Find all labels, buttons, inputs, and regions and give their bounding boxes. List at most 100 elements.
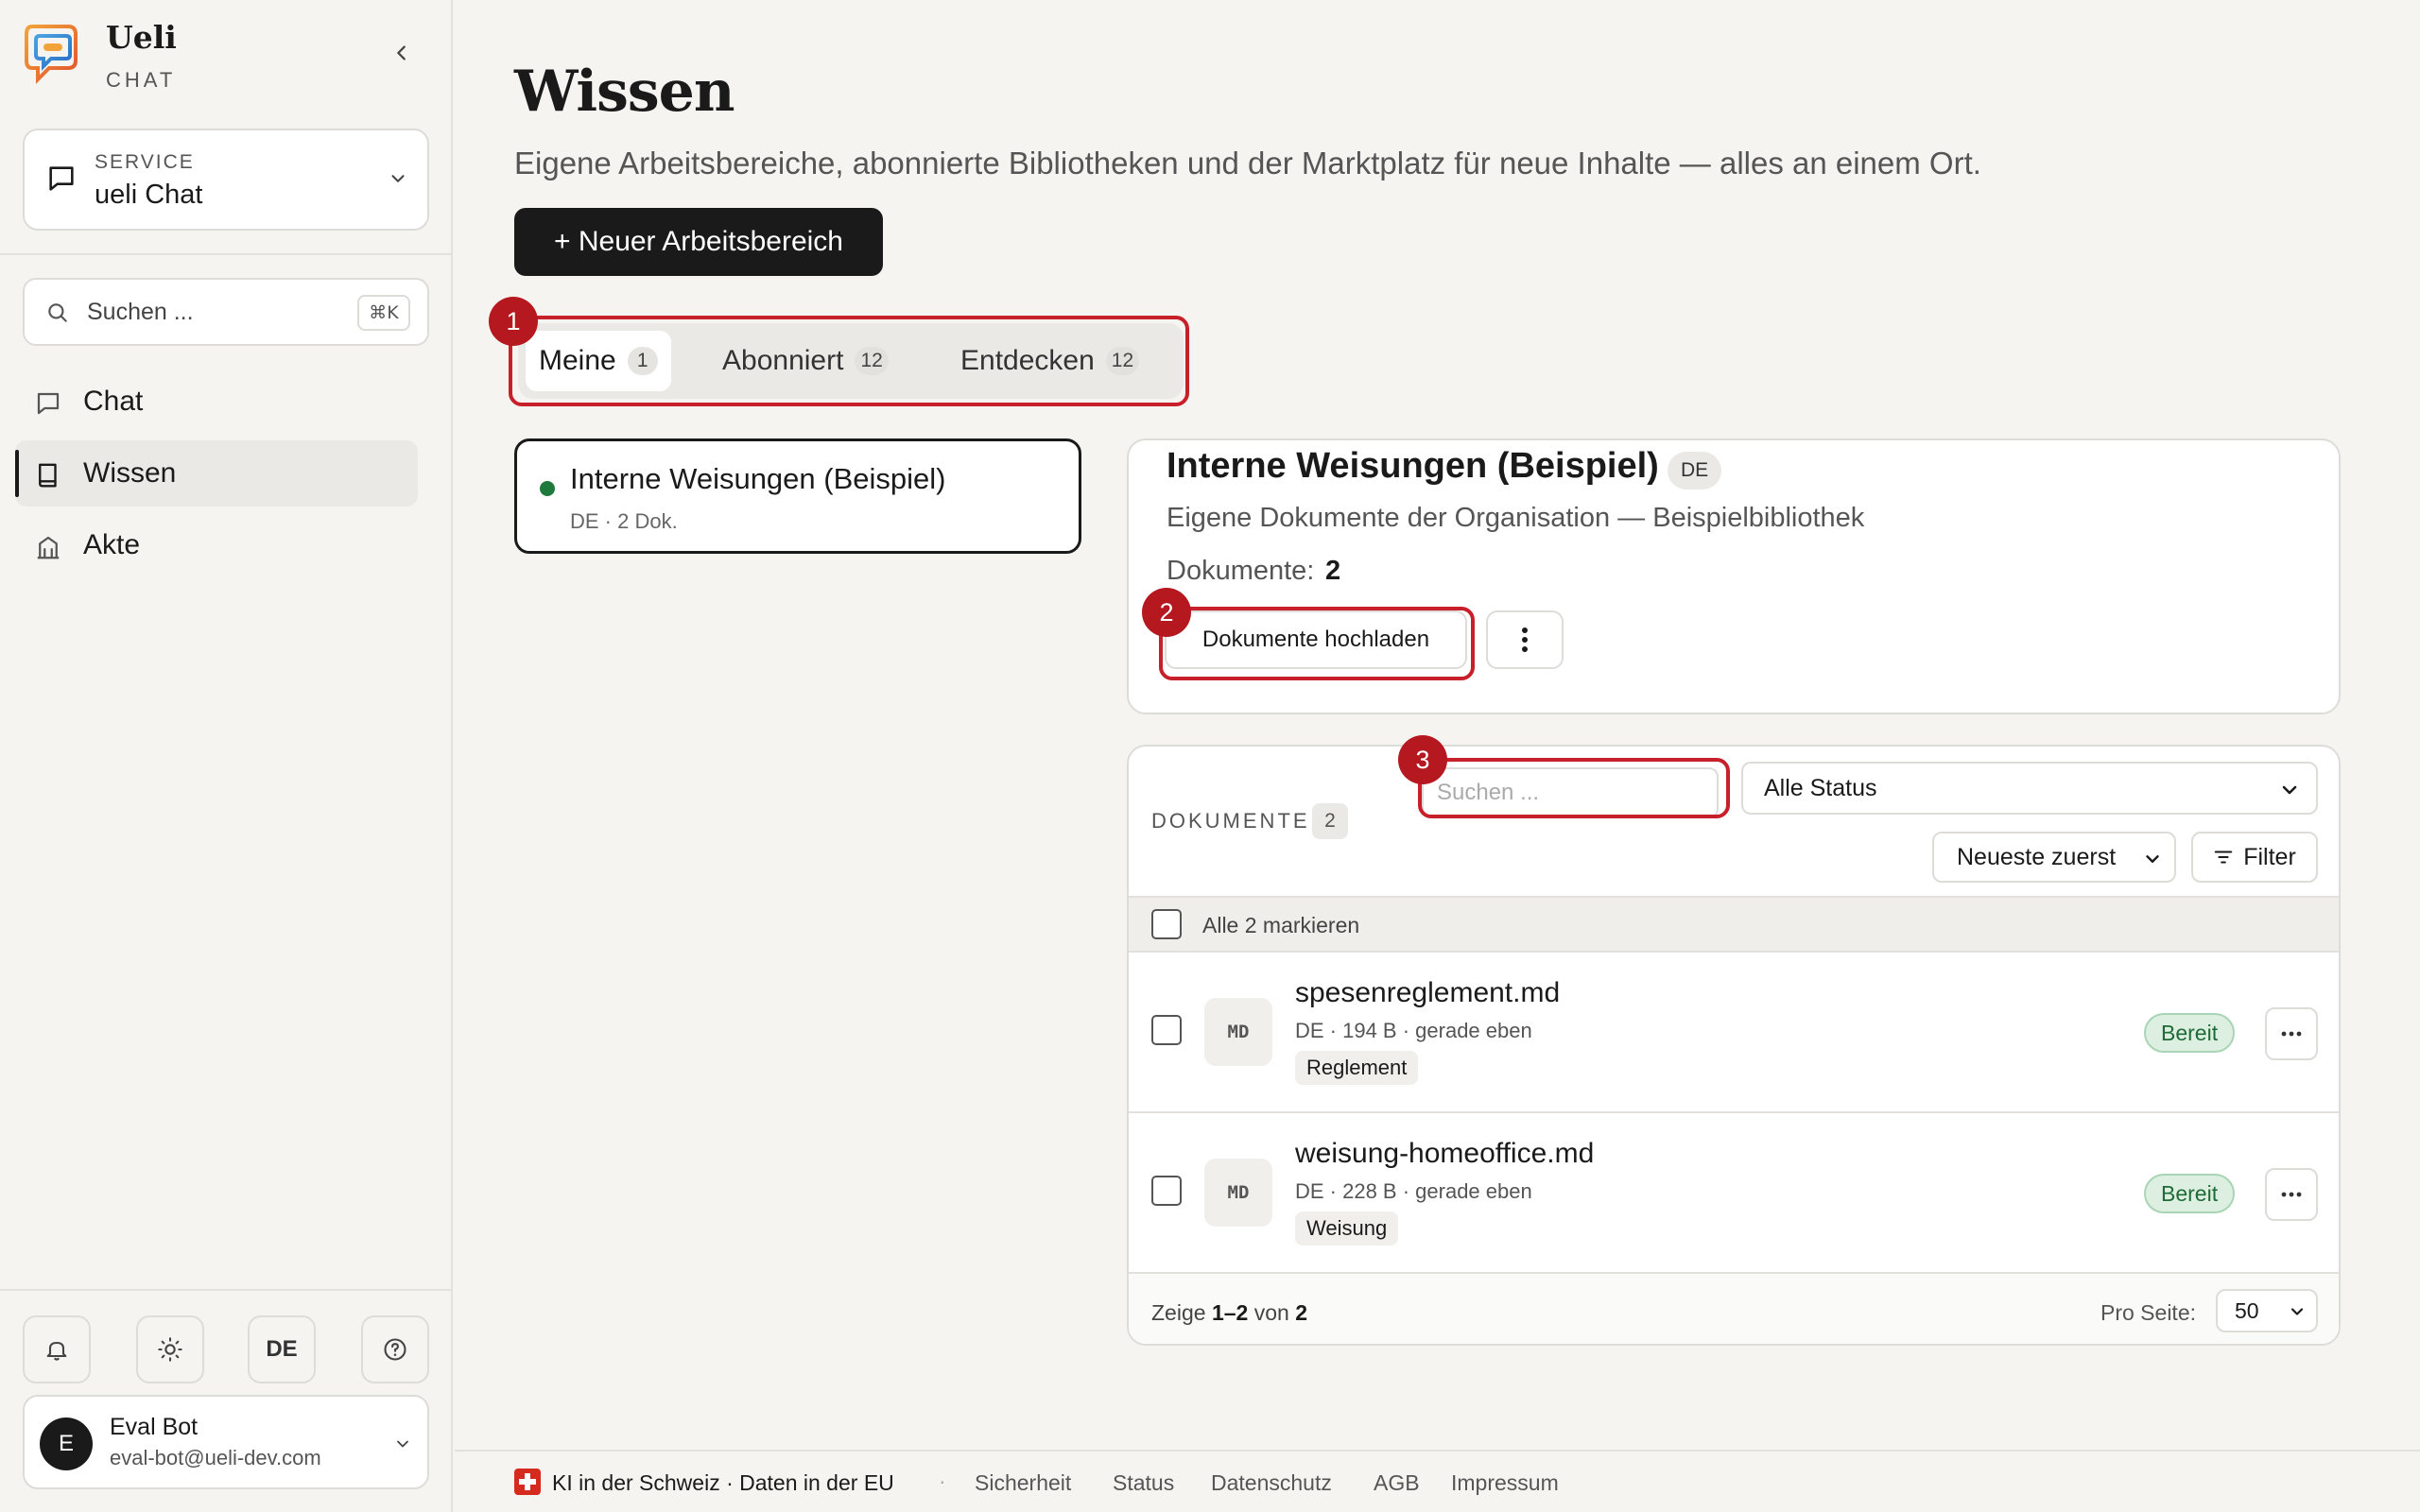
select-all-checkbox[interactable] xyxy=(1151,909,1182,939)
brand-subtitle: CHAT xyxy=(106,68,177,92)
building-icon xyxy=(37,536,60,559)
footer-separator: · xyxy=(939,1469,946,1493)
footer-link-agb[interactable]: AGB xyxy=(1374,1470,1420,1496)
divider xyxy=(0,253,453,255)
tab-abonniert[interactable]: Abonniert 12 xyxy=(709,331,902,391)
book-icon xyxy=(39,463,57,488)
sidebar-search[interactable]: Suchen ... ⌘K xyxy=(23,278,429,346)
file-name[interactable]: weisung-homeoffice.md xyxy=(1295,1138,1594,1170)
help-circle-icon xyxy=(384,1338,406,1361)
divider xyxy=(0,1289,453,1291)
row-more-button[interactable] xyxy=(2265,1007,2318,1060)
theme-toggle-button[interactable] xyxy=(136,1315,204,1383)
notifications-button[interactable] xyxy=(23,1315,91,1383)
per-page-label: Pro Seite: xyxy=(2100,1300,2196,1325)
footer-link-datenschutz[interactable]: Datenschutz xyxy=(1211,1470,1332,1496)
language-button[interactable]: DE xyxy=(248,1315,316,1383)
chat-bubble-icon xyxy=(37,392,60,415)
user-name: Eval Bot xyxy=(110,1414,199,1440)
chevron-down-icon xyxy=(397,1440,408,1448)
status-filter-select[interactable]: Alle Status xyxy=(1741,762,2318,815)
brand[interactable]: Ueli CHAT xyxy=(25,17,422,102)
document-count-value: 2 xyxy=(1325,556,1341,586)
documents-panel: DOKUMENTE 2 Suchen ... Alle Status Neues… xyxy=(1127,745,2341,1346)
file-tag: Reglement xyxy=(1295,1051,1419,1085)
sidebar-item-chat[interactable]: Chat xyxy=(15,369,418,435)
pagination-of: von xyxy=(1253,1300,1289,1325)
footer-link-sicherheit[interactable]: Sicherheit xyxy=(975,1470,1071,1496)
service-value: ueli Chat xyxy=(95,180,203,210)
sidebar-item-wissen[interactable]: Wissen xyxy=(15,440,418,507)
help-button[interactable] xyxy=(361,1315,429,1383)
table-row[interactable]: MD weisung-homeoffice.md DE · 228 B · ge… xyxy=(1129,1113,2339,1274)
library-card[interactable]: Interne Weisungen (Beispiel) DE · 2 Dok. xyxy=(514,438,1081,554)
swiss-flag-icon xyxy=(514,1469,541,1495)
tab-count: 1 xyxy=(627,347,658,375)
sidebar: Ueli CHAT SERVICE ueli Chat Suchen ... ⌘… xyxy=(0,0,453,1512)
file-meta: DE · 228 B · gerade eben xyxy=(1295,1179,1532,1203)
chevron-down-icon xyxy=(2146,855,2159,863)
row-more-button[interactable] xyxy=(2265,1168,2318,1221)
more-options-button[interactable] xyxy=(1486,610,1564,669)
sidebar-item-akte[interactable]: Akte xyxy=(15,512,418,578)
pagination: Zeige 1–2 von 2 Pro Seite: 50 xyxy=(1129,1274,2339,1344)
pagination-range: 1–2 xyxy=(1211,1300,1249,1325)
detail-subtitle: Eigene Dokumente der Organisation — Beis… xyxy=(1167,503,1865,533)
detail-title: Interne Weisungen (Beispiel) xyxy=(1167,446,1659,486)
file-meta: DE · 194 B · gerade eben xyxy=(1295,1019,1532,1042)
status-badge: Bereit xyxy=(2144,1013,2236,1053)
library-meta: DE · 2 Dok. xyxy=(570,509,678,533)
table-row[interactable]: MD spesenreglement.md DE · 194 B · gerad… xyxy=(1129,953,2339,1113)
footer-link-impressum[interactable]: Impressum xyxy=(1451,1470,1559,1496)
tab-meine[interactable]: Meine 1 xyxy=(526,331,671,391)
pagination-total: 2 xyxy=(1295,1300,1307,1325)
new-workspace-button[interactable]: + Neuer Arbeitsbereich xyxy=(514,208,883,276)
page-title: Wissen xyxy=(514,59,735,125)
tab-count: 12 xyxy=(1105,347,1140,375)
search-icon xyxy=(48,303,67,322)
search-placeholder: Suchen ... xyxy=(87,299,194,325)
filter-icon xyxy=(2214,850,2233,864)
select-all-label: Alle 2 markieren xyxy=(1202,913,1360,937)
tab-label: Meine xyxy=(539,345,616,376)
more-vertical-icon xyxy=(1522,627,1528,652)
footer-link-status[interactable]: Status xyxy=(1113,1470,1174,1496)
bell-icon xyxy=(46,1341,67,1361)
pagination-prefix: Zeige xyxy=(1151,1300,1206,1325)
upload-documents-button[interactable]: Dokumente hochladen xyxy=(1165,610,1467,669)
tab-label: Entdecken xyxy=(960,345,1095,376)
more-horizontal-icon xyxy=(2281,1192,2302,1197)
service-label: SERVICE xyxy=(95,151,195,173)
avatar: E xyxy=(40,1418,93,1470)
row-checkbox[interactable] xyxy=(1151,1176,1182,1206)
sort-value: Neueste zuerst xyxy=(1957,843,2117,870)
filter-button[interactable]: Filter xyxy=(2191,832,2318,883)
file-tag: Weisung xyxy=(1295,1211,1399,1246)
tab-label: Abonniert xyxy=(722,345,844,376)
shortcut-hint: ⌘K xyxy=(357,295,410,331)
user-menu[interactable]: E Eval Bot eval-bot@ueli-dev.com xyxy=(23,1395,429,1489)
service-selector[interactable]: SERVICE ueli Chat xyxy=(23,129,429,231)
per-page-select[interactable]: 50 xyxy=(2216,1289,2318,1332)
status-dot xyxy=(540,481,555,496)
filter-label: Filter xyxy=(2243,843,2296,870)
documents-header: DOKUMENTE xyxy=(1151,809,1310,833)
chevron-left-icon xyxy=(397,45,406,60)
language-badge: DE xyxy=(1668,452,1722,490)
sort-select[interactable]: Neueste zuerst xyxy=(1932,832,2176,883)
collapse-sidebar-button[interactable] xyxy=(383,34,421,72)
active-indicator xyxy=(15,450,19,497)
row-checkbox[interactable] xyxy=(1151,1015,1182,1045)
file-type-icon: MD xyxy=(1204,998,1272,1066)
chevron-down-icon xyxy=(391,175,405,182)
file-type-icon: MD xyxy=(1204,1159,1272,1227)
tab-entdecken[interactable]: Entdecken 12 xyxy=(947,331,1152,391)
document-search-input[interactable]: Suchen ... xyxy=(1422,767,1719,818)
chat-bubble-icon xyxy=(49,166,74,191)
document-count-label: Dokumente: xyxy=(1167,556,1315,586)
documents-count: 2 xyxy=(1312,803,1348,839)
library-title: Interne Weisungen (Beispiel) xyxy=(570,462,946,495)
brand-name: Ueli xyxy=(106,19,177,56)
status-filter-value: Alle Status xyxy=(1764,774,1877,801)
file-name[interactable]: spesenreglement.md xyxy=(1295,977,1560,1009)
